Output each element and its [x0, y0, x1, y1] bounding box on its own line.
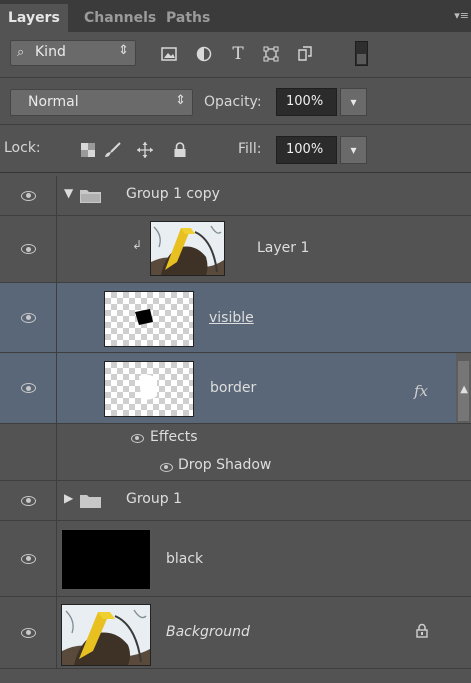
eye-icon: [20, 312, 36, 323]
visibility-toggle[interactable]: [0, 216, 57, 282]
type-filter-icon[interactable]: T: [229, 44, 247, 64]
layer-thumbnail: [61, 604, 151, 666]
layer-name: black: [166, 551, 204, 567]
effect-name: Drop Shadow: [178, 457, 272, 473]
select-arrows-icon: ⇕: [175, 93, 186, 108]
lock-row: Lock: Fill: 100% ▾: [0, 130, 471, 170]
eye-icon: [20, 495, 36, 506]
shape-filter-icon[interactable]: [262, 45, 280, 63]
visibility-toggle[interactable]: [0, 176, 57, 215]
eye-icon: [20, 383, 36, 393]
layer-name[interactable]: visible: [209, 310, 254, 326]
layer-thumbnail: [61, 529, 151, 590]
folder-icon: [80, 493, 101, 512]
layer-filter-row: ⌕ Kind ⇕ T: [0, 32, 471, 77]
layer-row-border[interactable]: border fx ▲: [0, 353, 471, 424]
layer-thumbnail: [104, 291, 194, 347]
blend-row: Normal ⇕ Opacity: 100% ▾: [0, 84, 471, 122]
layer-row-group-1[interactable]: ▶ Group 1: [0, 481, 471, 521]
lock-transparent-pixels-icon[interactable]: [79, 141, 97, 159]
search-icon: ⌕: [17, 45, 25, 60]
select-arrows-icon: ⇕: [118, 43, 129, 58]
fill-dropdown-button[interactable]: ▾: [340, 136, 367, 164]
layer-row-background[interactable]: Background: [0, 597, 471, 669]
layers-list: ▼ Group 1 copy ↲ Layer 1 visible border …: [0, 172, 471, 683]
tab-channels[interactable]: Channels: [84, 4, 156, 32]
eye-column: [0, 453, 57, 480]
lock-icon: [416, 623, 428, 642]
eye-icon[interactable]: [160, 463, 173, 472]
lock-image-pixels-icon[interactable]: [104, 141, 122, 159]
opacity-input[interactable]: 100%: [276, 88, 337, 116]
visibility-toggle[interactable]: [0, 283, 57, 352]
layer-name: Group 1: [126, 491, 182, 507]
clipping-mask-icon: ↲: [132, 238, 143, 252]
layer-name: Group 1 copy: [126, 186, 220, 202]
visibility-toggle[interactable]: [0, 481, 57, 520]
opacity-label: Opacity:: [204, 94, 262, 110]
fill-input[interactable]: 100%: [276, 136, 337, 164]
adjustment-filter-icon[interactable]: [195, 45, 213, 63]
fill-label: Fill:: [238, 141, 262, 157]
panel-menu-icon[interactable]: ▾≡: [453, 10, 469, 22]
layer-row-group-1-copy[interactable]: ▼ Group 1 copy: [0, 176, 471, 216]
eye-icon: [20, 244, 36, 254]
divider: [0, 124, 471, 125]
lock-position-icon[interactable]: [136, 141, 154, 159]
visibility-toggle[interactable]: [0, 521, 57, 596]
layer-name: Layer 1: [257, 240, 310, 256]
lock-all-icon[interactable]: [171, 141, 189, 159]
layer-row-layer-1[interactable]: ↲ Layer 1: [0, 216, 471, 283]
layer-row-black[interactable]: black: [0, 521, 471, 597]
opacity-dropdown-button[interactable]: ▾: [340, 88, 367, 116]
expand-triangle-icon[interactable]: ▶: [64, 491, 73, 505]
smart-object-filter-icon[interactable]: [296, 45, 314, 63]
layer-effects-fx-icon[interactable]: fx: [414, 382, 428, 400]
eye-column: [0, 424, 57, 453]
tab-paths[interactable]: Paths: [166, 4, 210, 32]
scrollbar[interactable]: ▲: [456, 353, 471, 423]
filter-kind-select[interactable]: ⌕ Kind ⇕: [10, 40, 136, 66]
lock-label: Lock:: [4, 140, 41, 156]
folder-icon: [80, 188, 101, 207]
blend-mode-value: Normal: [28, 94, 79, 110]
visibility-toggle[interactable]: [0, 597, 57, 668]
blend-mode-select[interactable]: Normal ⇕: [10, 89, 193, 116]
pixel-filter-icon[interactable]: [160, 45, 178, 63]
expand-triangle-icon[interactable]: ▼: [64, 186, 73, 200]
eye-icon: [20, 190, 36, 201]
effects-label: Effects: [150, 429, 198, 445]
divider: [0, 172, 471, 173]
layer-name: border: [210, 380, 257, 396]
eye-icon: [20, 553, 36, 564]
scroll-up-arrow-icon[interactable]: ▲: [460, 384, 468, 395]
layer-row-visible[interactable]: visible: [0, 283, 471, 353]
tab-layers[interactable]: Layers: [0, 4, 68, 32]
layers-panel: Layers Channels Paths ▾≡ ⌕ Kind ⇕ T Norm…: [0, 0, 471, 683]
eye-icon[interactable]: [131, 434, 144, 443]
panel-tab-bar: Layers Channels Paths ▾≡: [0, 0, 471, 32]
eye-icon: [20, 627, 36, 638]
layer-thumbnail: [104, 361, 194, 417]
effect-row-drop-shadow[interactable]: Drop Shadow: [0, 453, 471, 481]
layer-name: Background: [166, 624, 250, 640]
filter-toggle-switch[interactable]: [355, 41, 368, 66]
layer-thumbnail: [150, 221, 225, 276]
filter-kind-label: Kind: [35, 44, 66, 60]
effects-row[interactable]: Effects: [0, 424, 471, 453]
visibility-toggle[interactable]: [0, 353, 57, 423]
divider: [0, 77, 471, 78]
